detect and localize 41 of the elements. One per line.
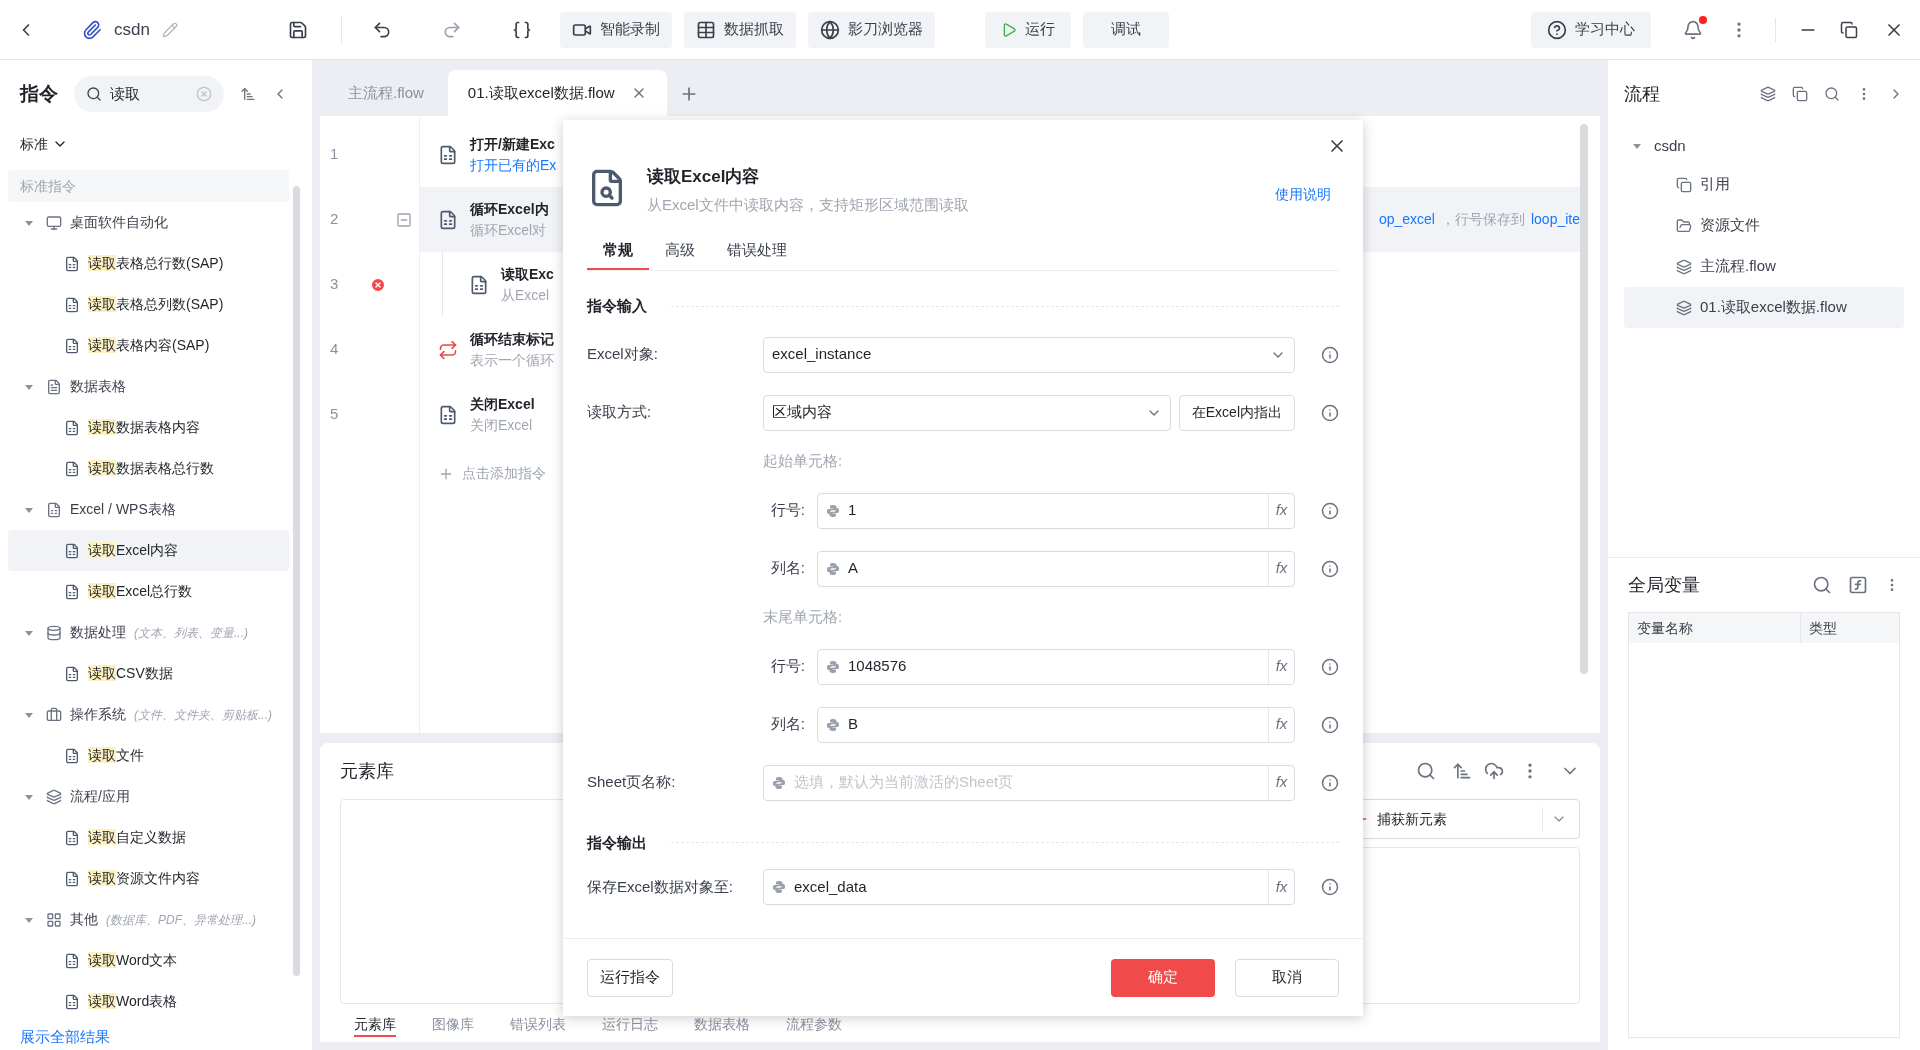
group-hint: (数据库、PDF、异常处理...): [106, 911, 256, 929]
step-title: 循环Excel内: [470, 199, 549, 219]
field-label: 行号:: [769, 656, 806, 677]
panel-title: 流程: [1624, 82, 1660, 106]
step-description: ，行号保存到: [1440, 210, 1525, 229]
line-number: 2: [330, 209, 340, 230]
group-label: 起始单元格:: [763, 451, 843, 472]
column-header: 变量名称: [1629, 613, 1801, 643]
group-label: 末尾单元格:: [763, 607, 843, 628]
step-description: 关闭Excel: [470, 415, 534, 435]
step-description: 从Excel: [501, 285, 551, 305]
panel-title: 全局变量: [1628, 573, 1700, 597]
section-title: 指令输入: [587, 296, 647, 316]
field-label: Excel对象:: [587, 344, 659, 365]
step-description: 表示一个循环: [470, 350, 554, 370]
group-hint: (文本、列表、变量...): [134, 624, 248, 642]
section-title: 指令输出: [587, 832, 647, 853]
panel-title: 指令: [20, 81, 58, 106]
step-title: 循环结束标记: [470, 329, 554, 349]
field-label: 列名:: [769, 714, 806, 735]
line-number: 5: [330, 404, 340, 425]
field-label: 读取方式:: [587, 402, 653, 423]
field-label: 列名:: [769, 558, 806, 579]
dialog-subtitle: 从Excel文件中读取内容，支持矩形区域范围读取: [647, 194, 969, 215]
step-description: 打开已有的Ex: [470, 155, 557, 175]
dialog-title: 读取Excel内容: [647, 166, 761, 188]
step-description: 循环Excel对: [470, 220, 548, 240]
section-header: 标准指令: [8, 170, 289, 202]
group-hint: (文件、文件夹、剪贴板...): [134, 706, 272, 724]
field-label: 保存Excel数据对象至:: [587, 876, 734, 897]
step-title: 打开/新建Exc: [470, 134, 556, 154]
step-title: 读取Exc: [501, 264, 554, 284]
step-title: 关闭Excel: [470, 394, 535, 414]
column-header: 类型: [1808, 618, 1838, 638]
line-number: 4: [330, 339, 340, 360]
line-number: 3: [330, 274, 340, 295]
field-label: Sheet页名称:: [587, 772, 677, 793]
field-label: 行号:: [769, 500, 806, 521]
panel-title: 元素库: [340, 759, 394, 783]
project-name: csdn: [114, 18, 150, 41]
line-number: 1: [330, 144, 340, 165]
